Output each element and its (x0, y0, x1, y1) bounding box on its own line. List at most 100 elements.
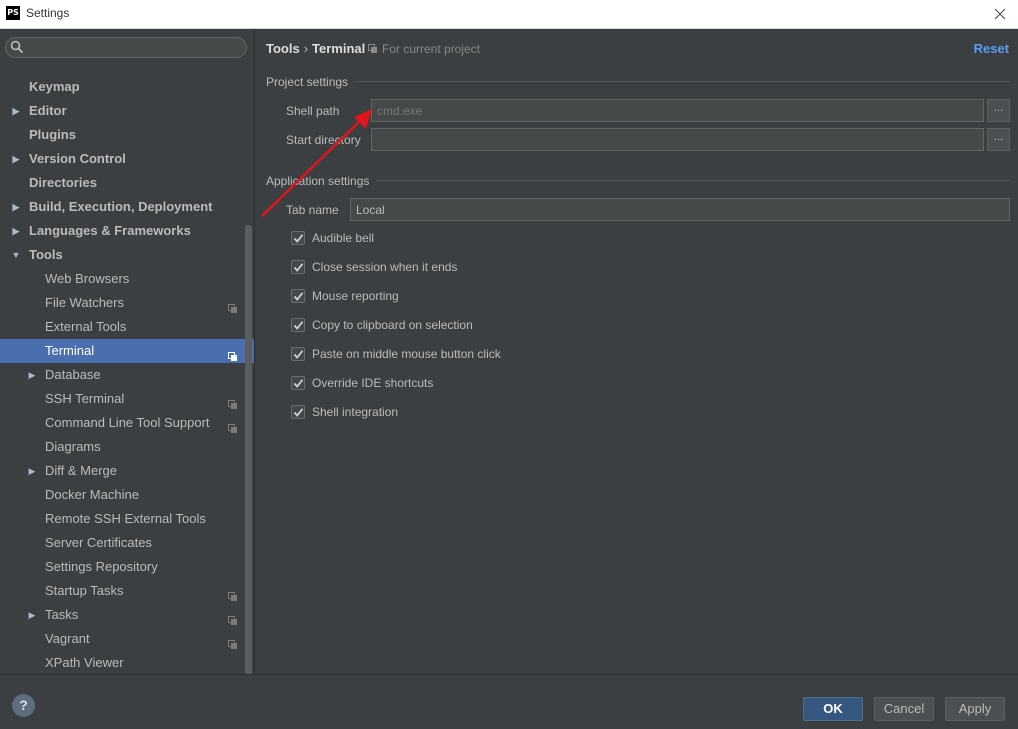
expanded-arrow-icon[interactable]: ▼ (11, 243, 21, 267)
apply-button[interactable]: Apply (945, 697, 1005, 721)
scope-note: For current project (368, 42, 480, 57)
dialog-footer: ? OK Cancel Apply (0, 674, 1018, 729)
sidebar-item-settings-repository[interactable]: Settings Repository (0, 555, 254, 579)
sidebar-item-label: Version Control (29, 151, 126, 166)
sidebar-item-languages-frameworks[interactable]: ▶ Languages & Frameworks (0, 219, 254, 243)
checkmark-icon (293, 263, 304, 272)
checkbox-box[interactable] (291, 376, 305, 390)
project-scope-icon (228, 634, 238, 649)
project-scope-icon (228, 394, 238, 409)
sidebar-item-terminal[interactable]: Terminal (0, 339, 254, 363)
project-scope-icon (228, 346, 238, 361)
sidebar-item-label: Diff & Merge (45, 463, 118, 478)
window-title: Settings (26, 6, 70, 20)
start-directory-input[interactable] (371, 128, 984, 151)
sidebar-scrollbar[interactable] (245, 225, 252, 675)
sidebar-item-server-certificates[interactable]: Server Certificates (0, 531, 254, 555)
sidebar-item-keymap[interactable]: Keymap (0, 75, 254, 99)
collapsed-arrow-icon[interactable]: ▶ (11, 195, 21, 219)
sidebar-item-label: Web Browsers (45, 271, 130, 286)
sidebar-item-startup-tasks[interactable]: Startup Tasks (0, 579, 254, 603)
sidebar-item-tasks[interactable]: ▶ Tasks (0, 603, 254, 627)
sidebar-item-xpath-viewer[interactable]: XPath Viewer (0, 651, 254, 675)
sidebar-item-label: Keymap (29, 79, 80, 94)
checkbox-label: Mouse reporting (312, 289, 399, 303)
checkbox-box[interactable] (291, 231, 305, 245)
project-scope-icon (368, 43, 378, 57)
sidebar-item-plugins[interactable]: Plugins (0, 123, 254, 147)
sidebar-item-label: Server Certificates (45, 535, 152, 550)
collapsed-arrow-icon[interactable]: ▶ (27, 603, 37, 627)
sidebar-item-label: Vagrant (45, 631, 90, 646)
checkmark-icon (293, 234, 304, 243)
collapsed-arrow-icon[interactable]: ▶ (11, 147, 21, 171)
collapsed-arrow-icon[interactable]: ▶ (11, 99, 21, 123)
sidebar-item-label: Languages & Frameworks (29, 223, 191, 238)
sidebar-item-docker-machine[interactable]: Docker Machine (0, 483, 254, 507)
sidebar-item-external-tools[interactable]: External Tools (0, 315, 254, 339)
sidebar-item-label: Command Line Tool Support (45, 415, 210, 430)
sidebar-item-tools[interactable]: ▼ Tools (0, 243, 254, 267)
checkmark-icon (293, 350, 304, 359)
collapsed-arrow-icon[interactable]: ▶ (27, 363, 37, 387)
shell-path-browse-button[interactable]: ... (987, 99, 1010, 122)
sidebar-item-label: Startup Tasks (45, 583, 124, 598)
sidebar-item-label: Plugins (29, 127, 76, 142)
project-scope-icon (228, 418, 238, 433)
sidebar-item-version-control[interactable]: ▶ Version Control (0, 147, 254, 171)
sidebar-item-remote-ssh-external-tools[interactable]: Remote SSH External Tools (0, 507, 254, 531)
tab-name-label: Tab name (286, 203, 339, 217)
checkbox-box[interactable] (291, 289, 305, 303)
sidebar-item-web-browsers[interactable]: Web Browsers (0, 267, 254, 291)
help-button[interactable]: ? (12, 694, 35, 717)
checkmark-icon (293, 379, 304, 388)
sidebar-item-ssh-terminal[interactable]: SSH Terminal (0, 387, 254, 411)
tab-name-input[interactable] (350, 198, 1010, 221)
sidebar-item-label: Terminal (45, 343, 95, 358)
sidebar-item-build-execution-deployment[interactable]: ▶ Build, Execution, Deployment (0, 195, 254, 219)
collapsed-arrow-icon[interactable]: ▶ (27, 459, 37, 483)
project-scope-icon (228, 298, 238, 313)
checkbox-box[interactable] (291, 260, 305, 274)
sidebar-item-file-watchers[interactable]: File Watchers (0, 291, 254, 315)
shell-path-input[interactable] (371, 99, 984, 122)
checkbox-label: Paste on middle mouse button click (312, 347, 501, 361)
checkbox-box[interactable] (291, 405, 305, 419)
checkbox-label: Copy to clipboard on selection (312, 318, 473, 332)
sidebar-item-label: SSH Terminal (45, 391, 125, 406)
breadcrumb-current: Terminal (312, 41, 366, 56)
settings-sidebar: Keymap ▶ Editor Plugins ▶ Version Control Dire… (0, 29, 254, 675)
collapsed-arrow-icon[interactable]: ▶ (11, 219, 21, 243)
close-icon[interactable] (990, 4, 1010, 24)
sidebar-item-diff-merge[interactable]: ▶ Diff & Merge (0, 459, 254, 483)
start-directory-browse-button[interactable]: ... (987, 128, 1010, 151)
sidebar-item-vagrant[interactable]: Vagrant (0, 627, 254, 651)
sidebar-item-command-line-tool-support[interactable]: Command Line Tool Support (0, 411, 254, 435)
sidebar-item-label: Tasks (45, 607, 79, 622)
checkbox-box[interactable] (291, 318, 305, 332)
sidebar-item-database[interactable]: ▶ Database (0, 363, 254, 387)
breadcrumb-parent: Tools (266, 41, 300, 56)
sidebar-item-label: Directories (29, 175, 97, 190)
checkbox-box[interactable] (291, 347, 305, 361)
sidebar-item-label: Diagrams (45, 439, 101, 454)
sidebar-item-editor[interactable]: ▶ Editor (0, 99, 254, 123)
checkbox-label: Close session when it ends (312, 260, 458, 274)
section-divider (376, 180, 1010, 181)
checkmark-icon (293, 321, 304, 330)
breadcrumb: Tools › Terminal (266, 41, 365, 56)
sidebar-item-label: Editor (29, 103, 67, 118)
sidebar-item-directories[interactable]: Directories (0, 171, 254, 195)
reset-link[interactable]: Reset (974, 41, 1009, 56)
ok-button[interactable]: OK (803, 697, 863, 721)
shell-path-label: Shell path (286, 104, 340, 118)
project-scope-icon (228, 610, 238, 625)
sidebar-item-diagrams[interactable]: Diagrams (0, 435, 254, 459)
title-bar: PS Settings (0, 0, 1018, 29)
search-field[interactable] (5, 37, 247, 58)
sidebar-item-label: Tools (29, 247, 63, 262)
sidebar-item-label: Build, Execution, Deployment (29, 199, 213, 214)
application-settings-title: Application settings (266, 174, 370, 188)
search-input[interactable] (26, 39, 241, 56)
cancel-button[interactable]: Cancel (874, 697, 934, 721)
